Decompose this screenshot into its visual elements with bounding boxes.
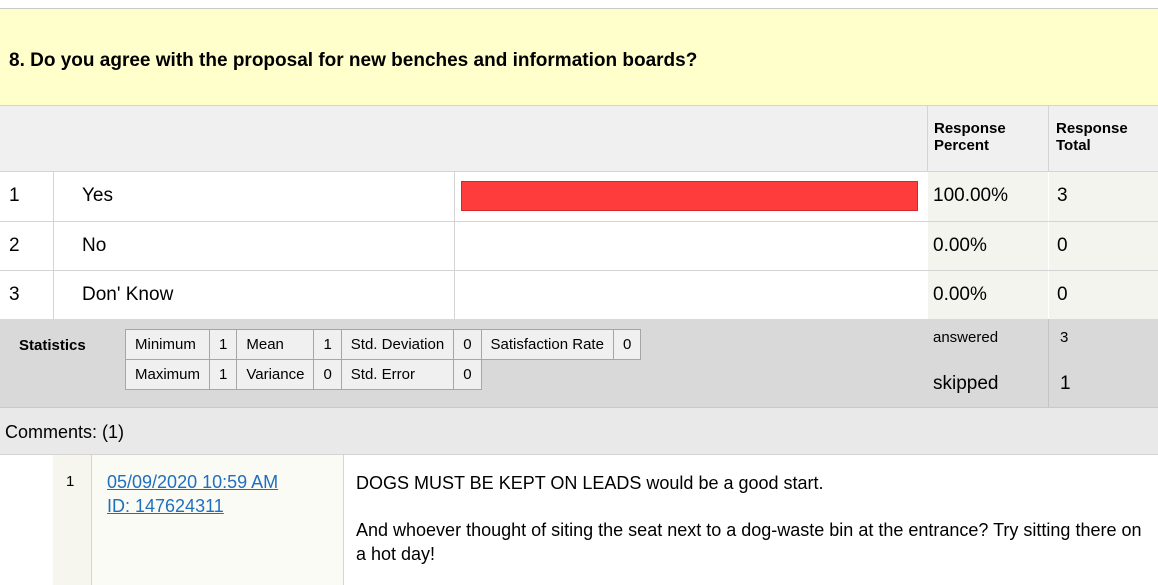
answered-value: 3 <box>1060 329 1069 346</box>
std-deviation-value: 0 <box>453 329 482 360</box>
empty-cell <box>613 360 640 390</box>
maximum-label: Maximum <box>124 359 211 390</box>
response-bar <box>461 181 918 211</box>
answer-total: 0 <box>1057 284 1068 305</box>
question-title: 8. Do you agree with the proposal for ne… <box>9 50 698 71</box>
skipped-label: skipped <box>933 373 999 394</box>
empty-cell <box>481 360 613 390</box>
answer-percent: 0.00% <box>933 284 987 305</box>
variance-label: Variance <box>236 359 315 390</box>
std-deviation-label: Std. Deviation <box>340 329 455 360</box>
skipped-value: 1 <box>1060 373 1071 394</box>
results-header-row: Response Percent Response Total <box>0 106 1158 171</box>
satisfaction-rate-label: Satisfaction Rate <box>480 329 614 360</box>
comment-number: 1 <box>66 473 75 490</box>
comment-date-link[interactable]: 05/09/2020 10:59 AM <box>107 472 278 493</box>
answer-label: Yes <box>82 185 113 206</box>
std-error-value: 0 <box>453 359 482 390</box>
comments-bar: Comments: (1) <box>0 407 1158 455</box>
comment-id-link[interactable]: ID: 147624311 <box>107 496 224 517</box>
comment-text-line-2: And whoever thought of siting the seat n… <box>356 520 1142 564</box>
answer-number: 2 <box>9 235 20 256</box>
answer-percent: 100.00% <box>933 185 1009 206</box>
comments-label: Comments: (1) <box>5 422 125 442</box>
minimum-value: 1 <box>209 329 238 360</box>
maximum-value: 1 <box>209 359 238 390</box>
mean-value: 1 <box>313 329 342 360</box>
answer-total: 0 <box>1057 235 1068 256</box>
question-header: 8. Do you agree with the proposal for ne… <box>0 9 1158 106</box>
answer-label: Don' Know <box>82 284 174 305</box>
column-divider <box>53 171 54 319</box>
answer-row: 3 Don' Know 0.00% 0 <box>0 271 1158 320</box>
std-error-label: Std. Error <box>340 359 455 390</box>
comment-text-line-1: DOGS MUST BE KEPT ON LEADS would be a go… <box>356 473 824 493</box>
answer-label: No <box>82 235 107 256</box>
answered-label: answered <box>933 329 999 346</box>
mean-label: Mean <box>236 329 315 360</box>
response-percent-header: Response Percent <box>934 120 1006 154</box>
statistics-table: Minimum 1 Mean 1 Std. Deviation 0 Satisf… <box>124 329 642 390</box>
statistics-label: Statistics <box>19 337 86 354</box>
answer-row: 1 Yes 100.00% 3 <box>0 172 1158 221</box>
answer-number: 3 <box>9 284 20 305</box>
answer-percent: 0.00% <box>933 235 987 256</box>
minimum-label: Minimum <box>124 329 211 360</box>
answer-number: 1 <box>9 185 20 206</box>
response-total-header: Response Total <box>1056 120 1128 154</box>
answer-row: 2 No 0.00% 0 <box>0 222 1158 271</box>
column-divider <box>1048 319 1049 407</box>
satisfaction-rate-value: 0 <box>612 329 642 360</box>
answer-total: 3 <box>1057 185 1068 206</box>
variance-value: 0 <box>313 359 342 390</box>
column-divider <box>454 171 455 319</box>
